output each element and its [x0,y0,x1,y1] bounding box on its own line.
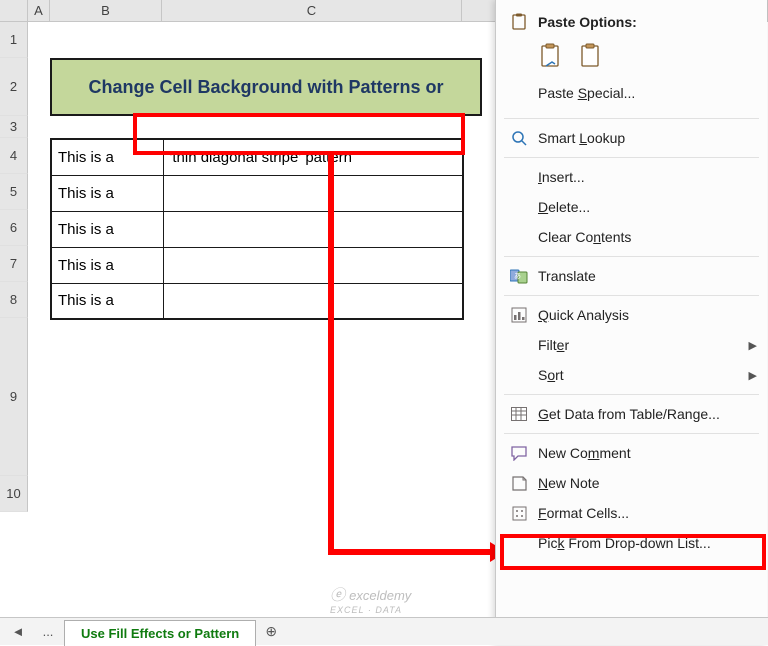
table-row: This is a [51,283,463,319]
add-sheet-button[interactable]: ⊕ [258,619,284,645]
sheet-tab-active[interactable]: Use Fill Effects or Pattern [64,620,256,646]
menu-get-data[interactable]: Get Data from Table/Range... [496,399,767,429]
cell-b7[interactable]: This is a [51,247,163,283]
paste-icon[interactable] [538,42,566,70]
menu-separator [504,295,759,296]
row-header-8[interactable]: 8 [0,282,28,318]
context-menu: Paste Options: Paste Special... Smart Lo… [495,0,767,645]
comment-icon [508,446,530,461]
cell-b4[interactable]: This is a [51,139,163,175]
menu-separator [504,394,759,395]
paste-options-icon [508,13,530,31]
submenu-arrow-icon: ▶ [749,339,757,352]
callout-arrow [328,155,334,555]
menu-smart-lookup[interactable]: Smart Lookup [496,123,767,153]
paste-icon-alt[interactable] [578,42,606,70]
sheet-tab-strip: ◄ ... Use Fill Effects or Pattern ⊕ [0,617,768,645]
row-header-6[interactable]: 6 [0,210,28,246]
menu-separator [504,157,759,158]
menu-filter[interactable]: Filter ▶ [496,330,767,360]
menu-new-note[interactable]: New Note [496,468,767,498]
cell-c8[interactable] [163,283,463,319]
row-header-10[interactable]: 10 [0,476,28,512]
menu-format-cells[interactable]: Format Cells... [496,498,767,528]
cell-c4[interactable]: 'thin diagonal stripe' pattern [163,139,463,175]
cell-b6[interactable]: This is a [51,211,163,247]
table-row: This is a [51,175,463,211]
row-headers: 1 2 3 4 5 6 7 8 9 10 [0,22,28,512]
tab-nav-back[interactable]: ◄ [4,620,32,644]
menu-quick-analysis[interactable]: Quick Analysis [496,300,767,330]
table-row: This is a [51,211,463,247]
excel-sheet-view: A B C 1 2 3 4 5 6 7 8 9 10 Change Cell B… [0,0,768,645]
table-row: This is a [51,247,463,283]
col-header-b[interactable]: B [50,0,162,22]
menu-insert[interactable]: Insert... [496,162,767,192]
row-header-7[interactable]: 7 [0,246,28,282]
row-header-1[interactable]: 1 [0,22,28,58]
quick-analysis-icon [508,307,530,323]
col-header-a[interactable]: A [28,0,50,22]
menu-delete[interactable]: Delete... [496,192,767,222]
row-header-5[interactable]: 5 [0,174,28,210]
smart-lookup-icon [508,130,530,146]
cell-b8[interactable]: This is a [51,283,163,319]
menu-separator [504,433,759,434]
cell-c5[interactable] [163,175,463,211]
tab-nav-more[interactable]: ... [34,620,62,644]
title-cell[interactable]: Change Cell Background with Patterns or [50,58,482,116]
translate-icon: あ [508,268,530,284]
table-icon [508,407,530,421]
menu-separator [504,118,759,119]
row-header-3[interactable]: 3 [0,116,28,138]
submenu-arrow-icon: ▶ [749,369,757,382]
select-all-corner[interactable] [0,0,28,22]
menu-paste-special[interactable]: Paste Special... [496,78,767,108]
cell-c6[interactable] [163,211,463,247]
menu-clear-contents[interactable]: Clear Contents [496,222,767,252]
paste-options-label: Paste Options: [538,14,757,30]
paste-options-icons [496,38,767,78]
note-icon [508,476,530,491]
svg-text:あ: あ [514,272,521,280]
menu-new-comment[interactable]: New Comment [496,438,767,468]
menu-pick-from-list[interactable]: Pick From Drop-down List... [496,528,767,558]
table-row: This is a 'thin diagonal stripe' pattern [51,139,463,175]
menu-sort[interactable]: Sort ▶ [496,360,767,390]
format-cells-icon [508,506,530,521]
col-header-c[interactable]: C [162,0,462,22]
cell-c7[interactable] [163,247,463,283]
callout-arrow [328,549,496,555]
data-table: This is a 'thin diagonal stripe' pattern… [50,138,464,320]
watermark: ⓔ exceldemy EXCEL · DATA [330,584,411,615]
menu-translate[interactable]: あ Translate [496,261,767,291]
row-header-9[interactable]: 9 [0,318,28,476]
cell-b5[interactable]: This is a [51,175,163,211]
row-header-4[interactable]: 4 [0,138,28,174]
row-header-2[interactable]: 2 [0,58,28,116]
menu-separator [504,256,759,257]
